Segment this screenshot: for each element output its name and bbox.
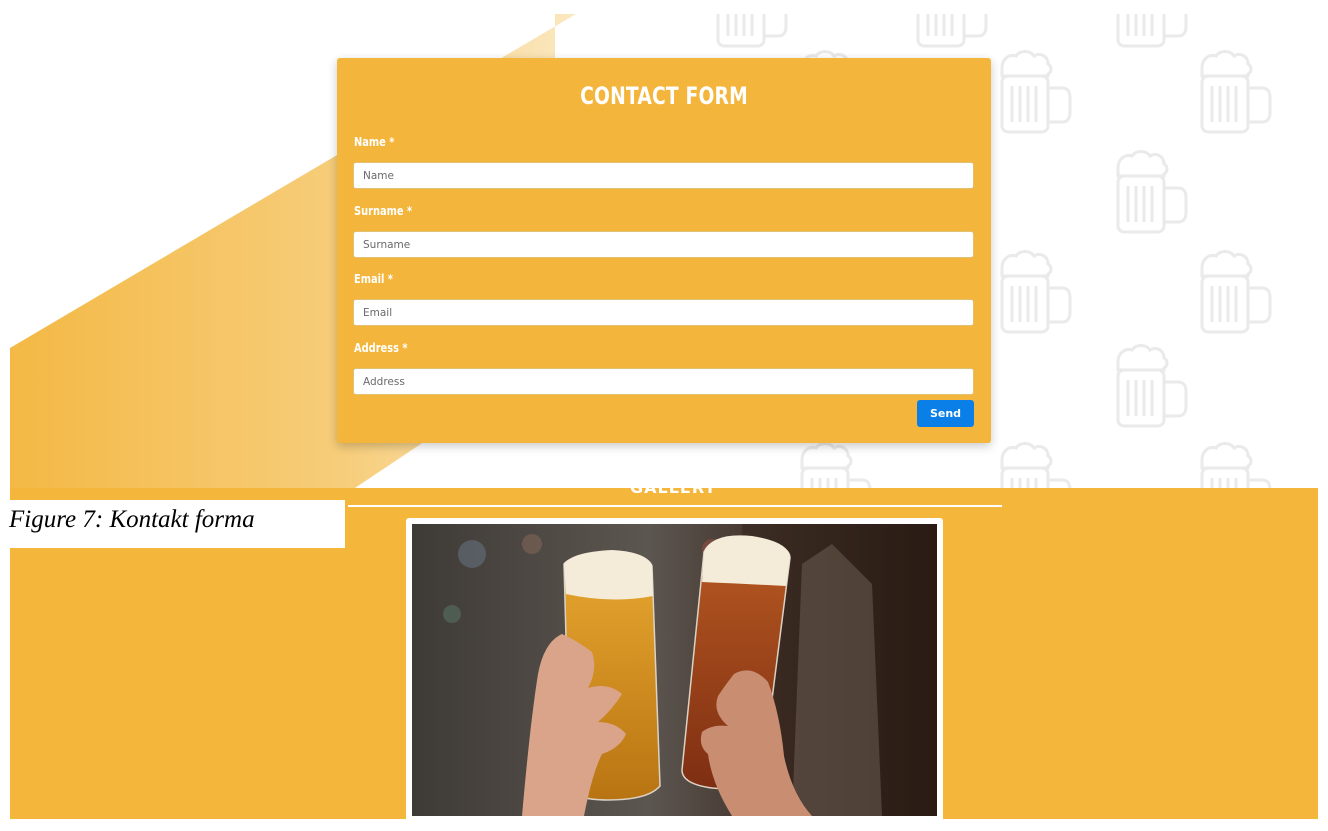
email-label: Email * (354, 272, 393, 286)
name-input[interactable] (353, 162, 974, 189)
figure-caption: Figure 7: Kontakt forma (0, 500, 345, 548)
surname-label: Surname * (354, 204, 413, 218)
gallery-heading: GALLERY (630, 488, 717, 497)
beer-toast-photo (412, 524, 937, 816)
surname-input[interactable] (353, 231, 974, 258)
address-input[interactable] (353, 368, 974, 395)
contact-form: CONTACT FORM Name * Surname * Email * Ad… (337, 58, 991, 443)
gallery-divider (348, 505, 1002, 507)
send-button[interactable]: Send (917, 400, 974, 427)
contact-form-title: CONTACT FORM (580, 82, 748, 110)
email-input[interactable] (353, 299, 974, 326)
address-label: Address * (354, 341, 408, 355)
name-label: Name * (354, 135, 395, 149)
gallery-image-frame (406, 518, 943, 819)
